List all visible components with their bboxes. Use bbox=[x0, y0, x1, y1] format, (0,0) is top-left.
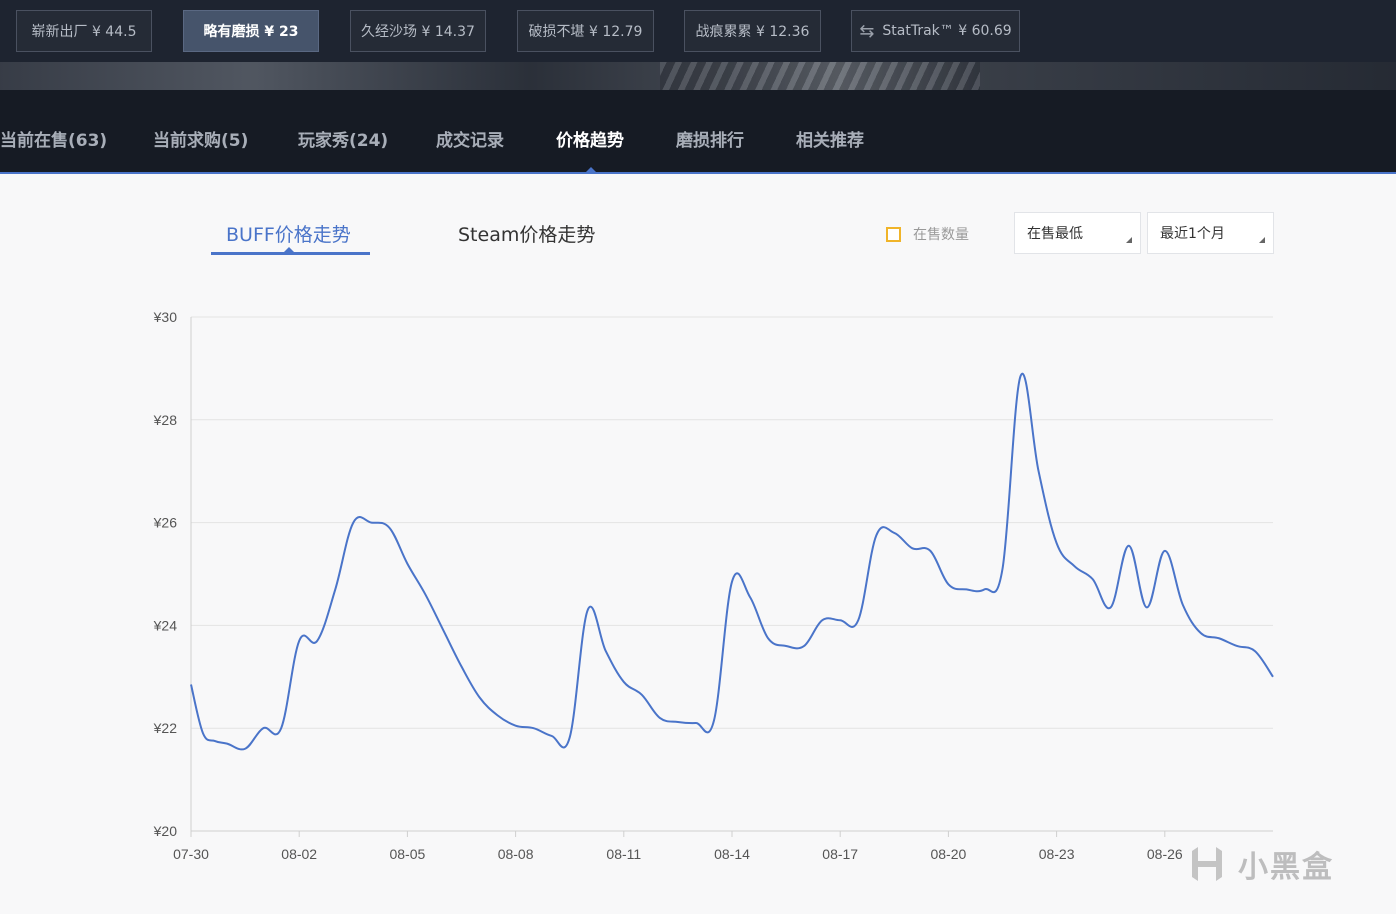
tab-related[interactable]: 相关推荐 bbox=[796, 126, 864, 151]
x-tick-label: 08-05 bbox=[389, 846, 425, 862]
wear-button-label: 久经沙场 ¥ 14.37 bbox=[361, 24, 475, 40]
wear-button-field-tested[interactable]: 久经沙场 ¥ 14.37 bbox=[350, 10, 486, 52]
price-series-line bbox=[190, 372, 1274, 751]
price-line-chart: ¥20 ¥22 ¥24 ¥26 ¥28 ¥30 07-30 08-02 08-05 08-08 08… bbox=[153, 309, 1274, 862]
wear-button-battle-scarred[interactable]: 战痕累累 ¥ 12.36 bbox=[684, 10, 821, 52]
wear-button-factory-new[interactable]: 崭新出厂 ¥ 44.5 bbox=[16, 10, 152, 52]
x-tick-label: 08-20 bbox=[930, 846, 966, 862]
x-tick-label: 07-30 bbox=[173, 846, 209, 862]
y-tick-label: ¥28 bbox=[153, 412, 178, 428]
y-tick-label: ¥26 bbox=[153, 515, 178, 531]
wear-button-label: 崭新出厂 ¥ 44.5 bbox=[31, 24, 137, 40]
tab-buy-orders[interactable]: 当前求购(5) bbox=[153, 126, 248, 151]
wear-button-minimal-wear[interactable]: 略有磨损 ¥ 23 bbox=[183, 10, 319, 52]
x-tick-label: 08-23 bbox=[1039, 846, 1075, 862]
heybox-logo-icon bbox=[1192, 847, 1222, 881]
tab-trade-history[interactable]: 成交记录 bbox=[436, 126, 504, 151]
y-tick-label: ¥30 bbox=[153, 309, 178, 325]
y-tick-label: ¥24 bbox=[153, 617, 178, 633]
wear-button-label: StatTrak™ ¥ 60.69 bbox=[882, 23, 1012, 39]
y-tick-label: ¥20 bbox=[153, 823, 178, 839]
banner-artwork bbox=[0, 62, 1396, 90]
swap-arrows-icon: ⇆ bbox=[859, 20, 875, 42]
x-tick-label: 08-11 bbox=[606, 846, 641, 862]
watermark: 小黑盒 bbox=[1186, 842, 1334, 886]
wear-button-label: 破损不堪 ¥ 12.79 bbox=[528, 24, 643, 40]
wear-button-stattrak[interactable]: ⇆ StatTrak™ ¥ 60.69 bbox=[851, 10, 1020, 52]
active-tab-indicator bbox=[586, 167, 596, 172]
y-tick-label: ¥22 bbox=[153, 720, 178, 736]
item-tab-bar: 当前在售(63) 当前求购(5) 玩家秀(24) 成交记录 价格趋势 磨损排行 … bbox=[0, 90, 1396, 174]
watermark-text: 小黑盒 bbox=[1238, 850, 1334, 885]
wear-button-well-worn[interactable]: 破损不堪 ¥ 12.79 bbox=[517, 10, 654, 52]
wear-button-label: 略有磨损 ¥ 23 bbox=[203, 24, 299, 40]
x-tick-label: 08-14 bbox=[714, 846, 750, 862]
header-banner: 崭新出厂 ¥ 44.5 略有磨损 ¥ 23 久经沙场 ¥ 14.37 破损不堪 … bbox=[0, 0, 1396, 90]
tab-wear-ranking[interactable]: 磨损排行 bbox=[676, 126, 744, 151]
tab-on-sale[interactable]: 当前在售(63) bbox=[0, 126, 107, 151]
x-tick-label: 08-08 bbox=[498, 846, 534, 862]
x-tick-label: 08-02 bbox=[281, 846, 317, 862]
tab-price-trend[interactable]: 价格趋势 bbox=[556, 126, 624, 151]
x-tick-label: 08-17 bbox=[822, 846, 858, 862]
wear-button-label: 战痕累累 ¥ 12.36 bbox=[695, 24, 810, 40]
tab-player-showcase[interactable]: 玩家秀(24) bbox=[298, 126, 388, 151]
x-tick-label: 08-26 bbox=[1147, 846, 1183, 862]
